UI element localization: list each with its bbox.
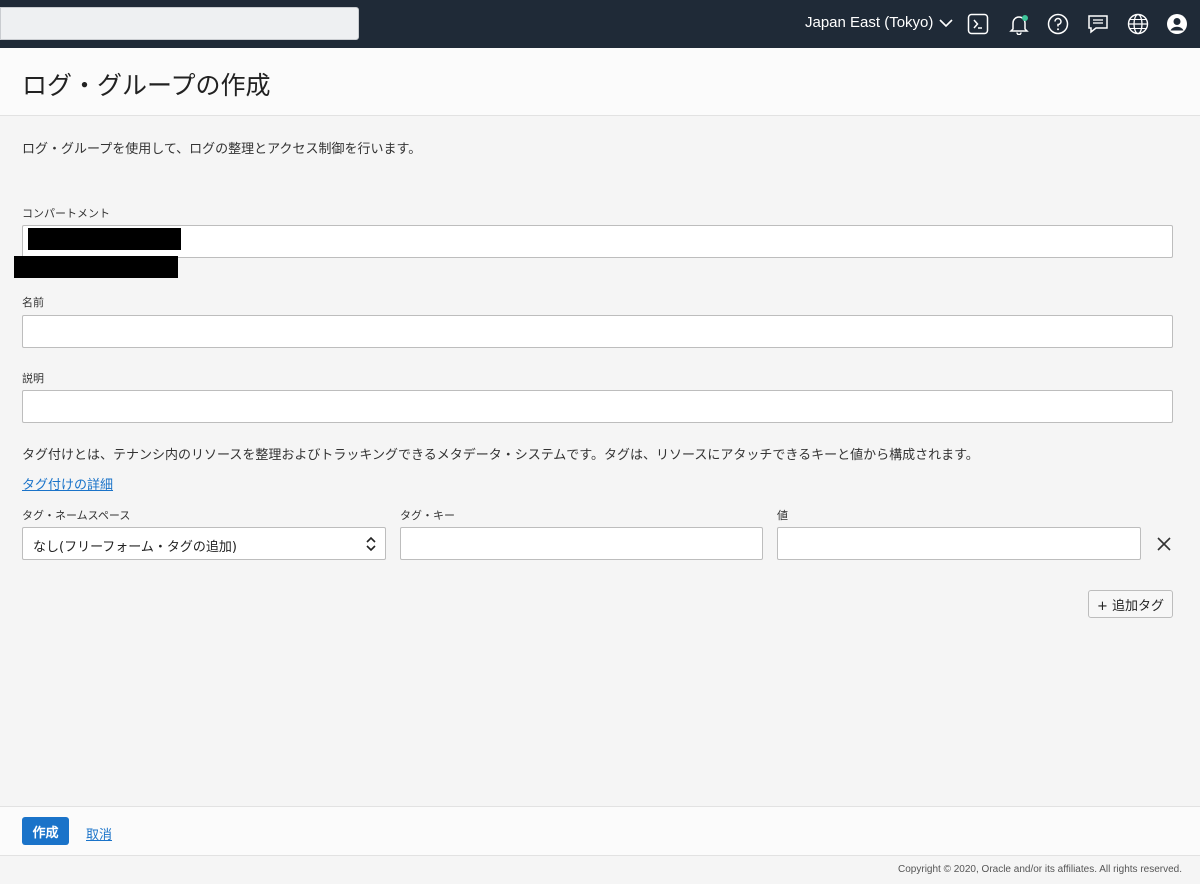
tag-value-input[interactable] — [777, 527, 1141, 560]
tag-namespace-label: タグ・ネームスペース — [22, 509, 131, 522]
updown-chevron-icon — [366, 536, 376, 552]
page-header: ログ・グループの作成 — [0, 48, 1200, 116]
region-selector[interactable]: Japan East (Tokyo) — [805, 14, 953, 31]
terminal-icon[interactable] — [966, 12, 990, 36]
tag-key-input[interactable] — [400, 527, 763, 560]
compartment-label: コンパートメント — [22, 207, 110, 220]
form-actions-bar: 作成 取消 — [0, 806, 1200, 856]
close-icon[interactable] — [1156, 536, 1172, 552]
search-input[interactable] — [0, 7, 359, 40]
globe-icon[interactable] — [1126, 12, 1150, 36]
region-label: Japan East (Tokyo) — [805, 14, 934, 31]
top-navigation-bar: Japan East (Tokyo) — [0, 0, 1200, 48]
cancel-link[interactable]: 取消 — [86, 824, 112, 843]
tag-namespace-selected: なし(フリーフォーム・タグの追加) — [33, 540, 237, 555]
compartment-select[interactable] — [22, 225, 1173, 258]
chat-icon[interactable] — [1086, 12, 1110, 36]
copyright-text: Copyright © 2020, Oracle and/or its affi… — [898, 864, 1182, 875]
name-label: 名前 — [22, 296, 44, 309]
user-icon[interactable] — [1165, 12, 1189, 36]
description-input[interactable] — [22, 390, 1173, 423]
description-label: 説明 — [22, 372, 44, 385]
page-title: ログ・グループの作成 — [22, 71, 271, 100]
create-button[interactable]: 作成 — [22, 817, 69, 845]
tagging-info: タグ付けとは、テナンシ内のリソースを整理およびトラッキングできるメタデータ・シス… — [22, 448, 979, 463]
bell-icon[interactable] — [1007, 12, 1031, 36]
redacted-compartment-path — [14, 256, 178, 278]
chevron-down-icon — [939, 18, 953, 27]
tag-namespace-select[interactable]: なし(フリーフォーム・タグの追加) — [22, 527, 386, 560]
tagging-details-link[interactable]: タグ付けの詳細 — [22, 474, 113, 493]
tag-value-label: 値 — [777, 509, 788, 522]
tag-key-label: タグ・キー — [400, 509, 455, 522]
add-tag-button[interactable]: + 追加タグ — [1088, 590, 1173, 618]
form-description: ログ・グループを使用して、ログの整理とアクセス制御を行います。 — [22, 142, 422, 157]
help-icon[interactable] — [1046, 12, 1070, 36]
redacted-compartment-value — [28, 228, 181, 250]
name-input[interactable] — [22, 315, 1173, 348]
